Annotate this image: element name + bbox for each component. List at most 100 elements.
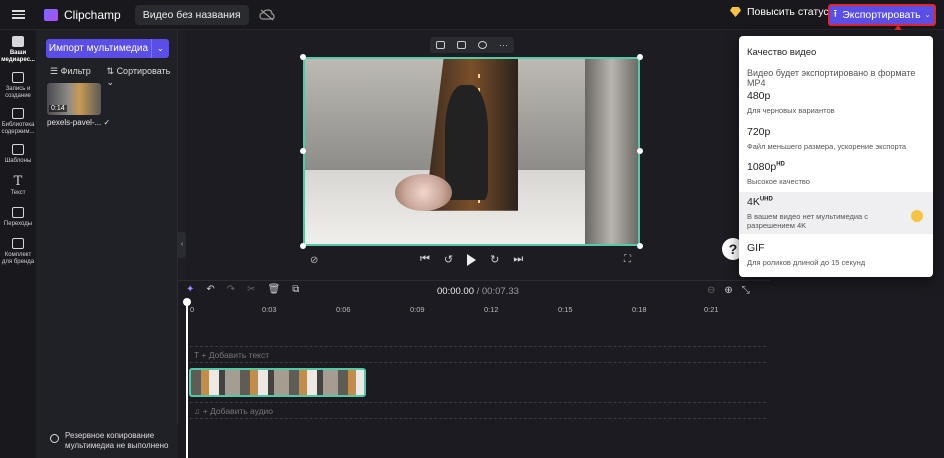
cloud-offline-icon[interactable] [258,8,275,21]
skip-start-icon[interactable]: ⏮ [420,253,430,266]
zoom-in-icon[interactable]: ⊕ [724,285,732,296]
add-audio-track[interactable]: ♫ + Добавить аудио [194,406,273,416]
option-title: 4K [747,196,760,208]
import-media-button[interactable]: Импорт мультимедиа ⌄ [46,39,169,58]
sort-icon: ⇅ [106,66,117,76]
option-badge: UHD [759,196,773,203]
nav-brand-kit-label: Комплект для бренда [1,252,35,265]
zoom-controls: ⊖ ⊕ ⤡ [707,285,750,296]
nav-text[interactable]: T Текст [0,175,36,197]
media-panel: Импорт мультимедиа ⌄ ☰ Фильтр ⌄ ⇅ Сортир… [36,30,178,458]
undo-icon[interactable]: ↶ [206,284,214,295]
video-preview[interactable] [303,57,640,246]
upgrade-button[interactable]: Повысить статус [730,6,829,18]
add-text-track[interactable]: T + Добавить текст [194,350,269,360]
total-time: / 00:07.33 [476,286,519,297]
nav-transitions-label: Переходы [3,221,33,227]
backup-status[interactable]: Резервное копирование мультимедиа не вып… [36,424,178,458]
ruler-tick: 0:18 [632,305,647,314]
nav-record-label: Запись и создание [5,86,31,99]
option-title: GIF [747,242,765,254]
magic-icon[interactable]: ✦ [186,284,194,295]
timeline-ruler: 0 0:03 0:06 0:09 0:12 0:15 0:18 0:21 [188,305,764,317]
video-clip[interactable] [189,368,366,397]
chevron-down-icon[interactable]: ⌄ [151,39,169,58]
option-title: 720p [747,126,771,138]
export-option-gif[interactable]: GIF Для роликов длиной до 15 секунд [739,240,933,272]
collapse-panel-button[interactable]: ‹ [178,232,186,258]
forward-icon[interactable]: ↻ [490,253,499,266]
music-icon: ♫ [194,406,203,416]
resize-handle-tl[interactable] [300,54,306,60]
resize-handle-ml[interactable] [300,148,306,154]
sort-button[interactable]: ⇅ Сортировать ⌄ [107,66,177,88]
export-button[interactable]: ⭱ Экспортировать ⌄ [828,4,936,26]
fit-timeline-icon[interactable]: ⤡ [742,285,750,296]
export-label: Экспортировать [842,9,921,21]
fullscreen-icon[interactable]: ⛶ [624,254,631,265]
nav-library-label: Библиотека содержим... [1,122,35,135]
crop-icon[interactable] [436,41,445,49]
nav-brand-kit[interactable]: Комплект для бренда [0,238,36,266]
option-desc: Файл меньшего размера, ускорение экспорт… [747,142,907,151]
transitions-icon [12,207,24,218]
media-name[interactable]: pexels-pavel-... ✓ [47,118,110,127]
delete-icon[interactable]: 🗑 [268,284,281,295]
context-toolbar: ··· [430,37,514,53]
media-name-text: pexels-pavel-... [47,118,102,127]
menu-icon[interactable] [0,0,36,30]
ruler-tick: 0:21 [704,305,719,314]
track-divider [190,362,766,363]
playhead[interactable] [186,300,188,458]
resize-handle-tr[interactable] [637,54,643,60]
backup-text: Резервное копирование мультимедиа не вып… [65,431,169,450]
video-tree [584,59,638,244]
nav-templates[interactable]: Шаблоны [0,144,36,165]
export-option-480p[interactable]: 480p Для черновых вариантов [739,88,933,122]
check-icon: ✓ [103,118,111,127]
track-divider [190,418,766,419]
nav-media[interactable]: Ваши медиарес... [0,36,36,64]
app-name: Clipchamp [64,7,121,22]
project-title[interactable]: Видео без названия [134,4,249,25]
current-time: 00:00.00 [437,286,474,297]
zoom-out-icon[interactable]: ⊖ [707,285,715,296]
rewind-icon[interactable]: ↺ [444,253,453,266]
play-icon[interactable] [467,253,477,266]
left-nav: Ваши медиарес... Запись и создание Библи… [0,30,36,458]
skip-end-icon[interactable]: ⏭ [513,253,523,266]
sort-label: Сортировать [116,66,171,76]
track-divider [190,402,766,403]
nav-record[interactable]: Запись и создание [0,72,36,100]
rotate-icon[interactable] [478,41,487,49]
resize-handle-br[interactable] [637,243,643,249]
export-dropdown: Качество видео Видео будет экспортирован… [739,36,933,277]
brand-kit-icon [12,238,24,249]
split-icon[interactable]: ✂ [247,284,255,295]
app-logo[interactable]: Clipchamp [44,8,121,22]
more-icon[interactable]: ··· [499,40,508,50]
premium-gem-icon [911,210,923,222]
nav-transitions[interactable]: Переходы [0,207,36,228]
duplicate-icon[interactable]: ⧉ [292,284,299,295]
timeline-toolbar: ✦ ↶ ↷ ✂ 🗑 ⧉ [186,284,299,295]
playhead-knob[interactable] [183,298,191,306]
export-option-4k[interactable]: 4KUHD В вашем видео нет мультимедиа с ра… [739,192,933,234]
option-desc: Для черновых вариантов [747,106,835,115]
info-icon [50,434,59,443]
hide-preview-icon[interactable]: ⊘ [310,255,318,266]
redo-icon[interactable]: ↷ [227,284,235,295]
nav-text-label: Текст [10,190,26,196]
export-option-1080p[interactable]: 1080pHD Высокое качество [739,159,933,193]
export-option-720p[interactable]: 720p Файл меньшего размера, ускорение эк… [739,124,933,160]
resize-handle-mr[interactable] [637,148,643,154]
ruler-tick: 0 [190,305,195,314]
nav-library[interactable]: Библиотека содержим... [0,108,36,136]
resize-handle-bl[interactable] [300,243,306,249]
player-controls: ⏮ ↺ ↻ ⏭ [420,253,523,266]
add-text-label: + Добавить текст [201,350,270,360]
templates-icon [12,144,24,155]
import-media-label: Импорт мультимедиа [48,43,149,54]
nav-templates-label: Шаблоны [4,158,32,164]
fit-icon[interactable] [457,41,466,49]
